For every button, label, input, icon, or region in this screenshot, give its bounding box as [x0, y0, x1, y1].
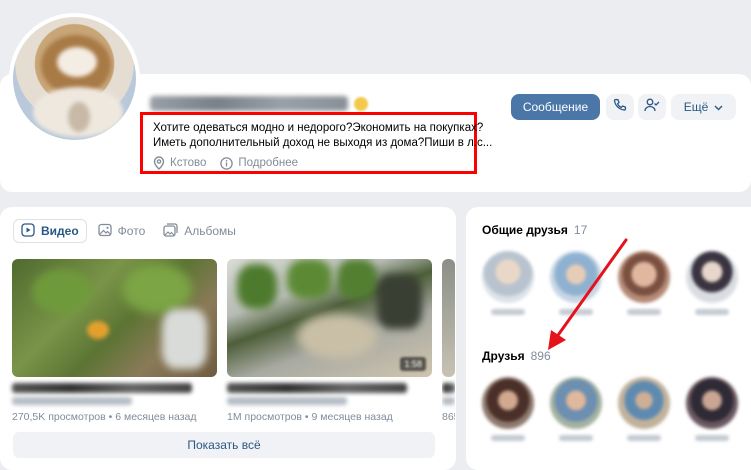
mutual-friends-header[interactable]: Общие друзья 17	[482, 223, 587, 237]
profile-status: Хотите одеваться модно и недорого?Эконом…	[153, 121, 492, 151]
friend-name-blurred	[490, 435, 525, 441]
friend-name-blurred	[558, 309, 593, 315]
details-link[interactable]: Подробнее	[220, 156, 298, 170]
friend-item[interactable]	[548, 377, 603, 441]
video-age: 9 месяцев назад	[311, 411, 393, 423]
info-icon	[220, 156, 234, 170]
details-label: Подробнее	[238, 157, 298, 169]
avatar	[549, 251, 602, 303]
video-channel-blurred	[442, 397, 455, 405]
show-all-button[interactable]: Показать всё	[13, 432, 435, 458]
user-check-icon	[644, 98, 660, 117]
friend-item[interactable]	[480, 377, 535, 441]
video-thumbnail[interactable]: 1:58	[227, 259, 432, 377]
tab-photo-label: Фото	[117, 224, 146, 238]
video-card[interactable]: 1:58 1M просмотров • 9 месяцев назад	[227, 259, 432, 423]
call-button[interactable]	[606, 94, 634, 120]
message-button[interactable]: Сообщение	[511, 94, 600, 120]
video-card[interactable]: 270,5K просмотров • 6 месяцев назад	[12, 259, 217, 423]
chevron-down-icon	[714, 100, 723, 114]
albums-icon	[163, 222, 178, 240]
mutual-friends-title: Общие друзья	[482, 223, 568, 237]
tab-video-label: Видео	[41, 224, 79, 238]
blurred-name	[150, 96, 348, 111]
avatar	[685, 251, 738, 303]
video-list: 270,5K просмотров • 6 месяцев назад 1:58…	[12, 259, 455, 423]
video-channel-blurred	[227, 397, 347, 405]
friend-status-button[interactable]	[638, 94, 666, 120]
photo-icon	[98, 223, 112, 240]
friend-name-blurred	[626, 309, 661, 315]
video-views: 270,5K просмотров	[12, 411, 106, 423]
status-line-1: Хотите одеваться модно и недорого?Эконом…	[153, 122, 484, 134]
tab-video[interactable]: Видео	[13, 219, 87, 243]
friend-name-blurred	[694, 435, 729, 441]
city-item[interactable]: Кстово	[153, 156, 206, 170]
mutual-friends-count: 17	[573, 223, 588, 237]
profile-avatar[interactable]	[9, 13, 140, 144]
video-meta: 270,5K просмотров • 6 месяцев назад	[12, 411, 197, 423]
friend-item[interactable]	[548, 251, 603, 315]
friend-item[interactable]	[616, 377, 671, 441]
avatar	[617, 377, 670, 429]
video-views: 1M просмотров	[227, 411, 303, 423]
video-icon	[21, 222, 35, 240]
friends-header[interactable]: Друзья 896	[482, 349, 551, 363]
video-title-blurred	[442, 383, 455, 393]
avatar	[617, 251, 670, 303]
more-label: Ещё	[683, 100, 709, 114]
phone-icon	[613, 98, 627, 117]
video-title-blurred	[12, 383, 192, 393]
friend-name-blurred	[490, 309, 525, 315]
friends-title: Друзья	[482, 349, 525, 363]
more-button[interactable]: Ещё	[671, 94, 736, 120]
video-meta: 865	[442, 411, 455, 423]
video-thumbnail[interactable]	[442, 259, 455, 377]
friends-count: 896	[530, 349, 551, 363]
emoji-icon	[354, 96, 368, 111]
friend-item[interactable]	[616, 251, 671, 315]
video-card[interactable]: 865	[442, 259, 455, 423]
avatar	[685, 377, 738, 429]
tab-photo[interactable]: Фото	[91, 219, 153, 243]
status-line-2: Иметь дополнительный доход не выходя из …	[153, 137, 493, 149]
friend-item[interactable]	[480, 251, 535, 315]
media-tabs: Видео Фото Альбомы	[13, 219, 243, 243]
video-age: 6 месяцев назад	[115, 411, 197, 423]
video-thumbnail[interactable]	[12, 259, 217, 377]
profile-info-row: Кстово Подробнее	[153, 156, 312, 170]
profile-name	[150, 96, 368, 111]
avatar	[481, 377, 534, 429]
avatar	[549, 377, 602, 429]
video-meta: 1M просмотров • 9 месяцев назад	[227, 411, 393, 423]
city-label: Кстово	[170, 157, 207, 169]
avatar	[481, 251, 534, 303]
location-icon	[153, 156, 165, 170]
tab-albums[interactable]: Альбомы	[156, 219, 243, 243]
friend-name-blurred	[694, 309, 729, 315]
video-duration: 1:58	[400, 357, 426, 371]
status-annotation-box: Хотите одеваться модно и недорого?Эконом…	[140, 112, 492, 174]
mutual-friends-list	[480, 251, 739, 315]
friend-name-blurred	[626, 435, 661, 441]
video-title-blurred	[227, 383, 407, 393]
friends-list	[480, 377, 739, 441]
media-section: Видео Фото Альбомы 270,5K просмотров • 6…	[0, 207, 456, 470]
video-channel-blurred	[12, 397, 132, 405]
video-views: 865	[442, 411, 455, 423]
friend-item[interactable]	[684, 251, 739, 315]
friends-section: Общие друзья 17 Друзья 896	[466, 207, 751, 470]
friend-item[interactable]	[684, 377, 739, 441]
friend-name-blurred	[558, 435, 593, 441]
tab-albums-label: Альбомы	[184, 224, 236, 238]
